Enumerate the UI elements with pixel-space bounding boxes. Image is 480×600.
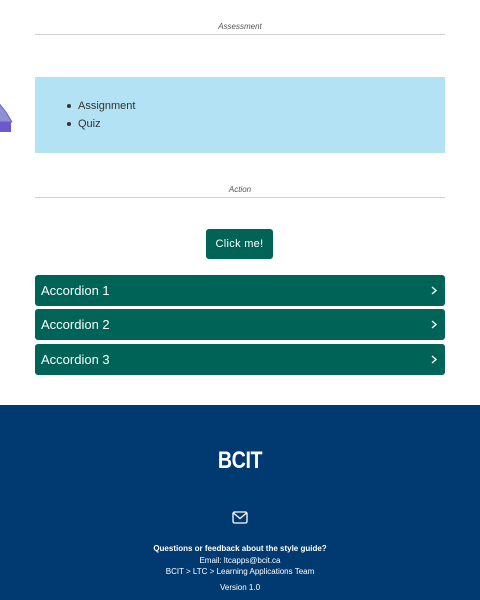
- assessment-list: Assignment Quiz: [67, 97, 135, 133]
- version-label: Version 1.0: [219, 583, 261, 592]
- logo-text: BCIT: [217, 447, 263, 474]
- list-item: Quiz: [67, 115, 135, 133]
- footer-breadcrumb: BCIT > LTC > Learning Applications Team: [165, 567, 315, 576]
- list-item: Assignment: [67, 97, 135, 115]
- list-item-label: Assignment: [78, 100, 136, 112]
- action-divider: [35, 197, 445, 198]
- chevron-right-icon: [431, 320, 438, 329]
- accordion-label: Accordion 2: [41, 317, 110, 332]
- accordion-1[interactable]: Accordion 1: [35, 275, 445, 306]
- accordion-label: Accordion 1: [41, 283, 110, 298]
- assessment-divider: [35, 34, 445, 35]
- bcit-logo[interactable]: BCIT: [208, 435, 272, 493]
- assessment-callout: Assignment Quiz: [35, 77, 445, 153]
- feedback-email[interactable]: Email: ltcapps@bcit.ca: [0, 556, 480, 565]
- accordion-label: Accordion 3: [41, 352, 110, 367]
- list-item-label: Quiz: [78, 118, 101, 130]
- envelope-icon[interactable]: [232, 511, 248, 524]
- bullet-icon: [67, 122, 71, 126]
- assessment-section-label: Assessment: [218, 22, 262, 31]
- accordion-2[interactable]: Accordion 2: [35, 309, 445, 340]
- accordion-3[interactable]: Accordion 3: [35, 344, 445, 375]
- assessment-side-icon: [0, 103, 13, 132]
- action-section-label: Action: [228, 185, 252, 194]
- chevron-right-icon: [431, 355, 438, 364]
- site-footer: BCIT Questions or feedback about the sty…: [0, 405, 480, 600]
- click-me-button[interactable]: Click me!: [206, 229, 273, 259]
- feedback-question: Questions or feedback about the style gu…: [153, 544, 327, 553]
- chevron-right-icon: [431, 286, 438, 295]
- bullet-icon: [67, 104, 71, 108]
